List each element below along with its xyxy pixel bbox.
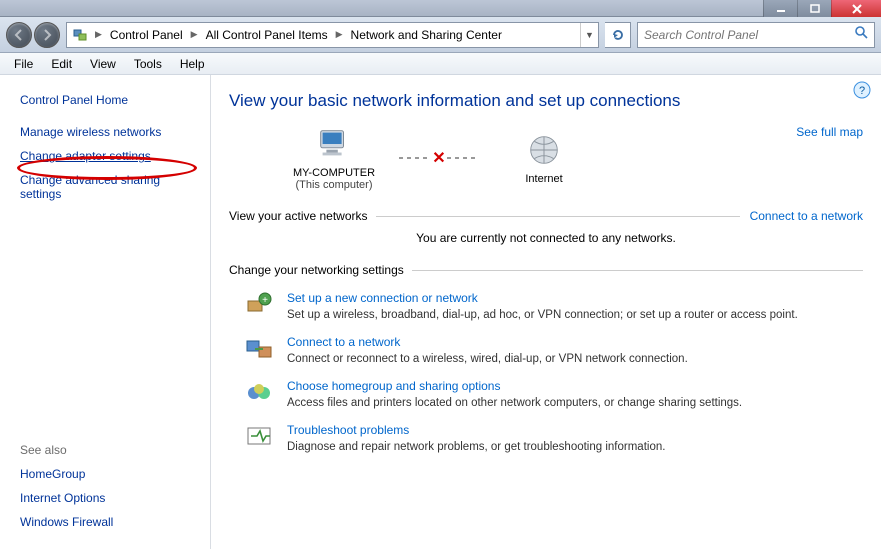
chevron-right-icon: ▶ [189,29,200,40]
section-label: Change your networking settings [229,263,404,277]
window: ▶ Control Panel ▶ All Control Panel Item… [0,0,881,549]
task-title-link[interactable]: Troubleshoot problems [287,423,409,437]
section-change-settings: Change your networking settings [229,263,863,277]
address-dropdown[interactable]: ▼ [580,23,598,47]
task-setup-connection: + Set up a new connection or network Set… [245,291,863,321]
navbar: ▶ Control Panel ▶ All Control Panel Item… [0,17,881,53]
connect-network-link[interactable]: Connect to a network [740,209,863,223]
close-button[interactable] [831,0,881,17]
section-label: View your active networks [229,209,368,223]
task-homegroup: Choose homegroup and sharing options Acc… [245,379,863,409]
svg-text:+: + [262,295,268,306]
menu-help[interactable]: Help [172,55,213,73]
task-title-link[interactable]: Set up a new connection or network [287,291,478,305]
menu-file[interactable]: File [6,55,41,73]
see-also-homegroup[interactable]: HomeGroup [20,467,85,481]
chevron-right-icon: ▶ [93,29,104,40]
connect-network-icon [245,335,273,363]
network-icon [71,26,89,44]
network-map: MY-COMPUTER (This computer) ✕ Internet [279,125,853,191]
minimize-button[interactable] [763,0,797,17]
connection-broken: ✕ [399,157,479,159]
section-active-networks: View your active networks Connect to a n… [229,209,863,223]
help-icon[interactable]: ? [853,81,871,99]
control-panel-home-link[interactable]: Control Panel Home [20,93,198,107]
maximize-button[interactable] [797,0,831,17]
see-also-label: See also [20,443,198,457]
sidebar-link-adapter[interactable]: Change adapter settings [20,149,151,163]
menu-edit[interactable]: Edit [43,55,80,73]
task-desc: Connect or reconnect to a wireless, wire… [287,353,863,365]
see-also-internet-options[interactable]: Internet Options [20,491,105,505]
task-title-link[interactable]: Connect to a network [287,335,400,349]
breadcrumb-item[interactable]: Control Panel [104,23,189,47]
content: ? View your basic network information an… [211,75,881,549]
setup-connection-icon: + [245,291,273,319]
task-desc: Access files and printers located on oth… [287,397,863,409]
sidebar-link-sharing[interactable]: Change advanced sharing settings [20,173,198,201]
search-box[interactable] [637,22,875,48]
sidebar: Control Panel Home Manage wireless netwo… [0,75,211,549]
menu-view[interactable]: View [82,55,124,73]
see-also-firewall[interactable]: Windows Firewall [20,515,113,529]
search-icon [854,25,868,44]
address-bar[interactable]: ▶ Control Panel ▶ All Control Panel Item… [66,22,599,48]
network-node-computer: MY-COMPUTER (This computer) [279,125,389,191]
x-icon: ✕ [431,150,447,166]
body: Control Panel Home Manage wireless netwo… [0,75,881,549]
breadcrumb-item[interactable]: Network and Sharing Center [345,23,508,47]
node-label: Internet [525,173,562,185]
refresh-button[interactable] [605,22,631,48]
back-button[interactable] [6,22,32,48]
homegroup-icon [245,379,273,407]
task-connect-network: Connect to a network Connect or reconnec… [245,335,863,365]
network-node-internet: Internet [489,131,599,185]
menu-tools[interactable]: Tools [126,55,170,73]
task-desc: Set up a wireless, broadband, dial-up, a… [287,309,863,321]
task-troubleshoot: Troubleshoot problems Diagnose and repai… [245,423,863,453]
page-title: View your basic network information and … [229,91,863,111]
svg-text:?: ? [859,85,865,97]
sidebar-link-wireless[interactable]: Manage wireless networks [20,125,161,139]
search-input[interactable] [644,28,854,42]
node-label: MY-COMPUTER [293,167,375,179]
titlebar [0,0,881,17]
task-list: + Set up a new connection or network Set… [229,291,863,453]
forward-button[interactable] [34,22,60,48]
task-desc: Diagnose and repair network problems, or… [287,441,863,453]
troubleshoot-icon [245,423,273,451]
globe-icon [525,131,563,169]
breadcrumb-item[interactable]: All Control Panel Items [200,23,334,47]
menubar: File Edit View Tools Help [0,53,881,75]
chevron-right-icon: ▶ [334,29,345,40]
node-sublabel: (This computer) [295,179,372,191]
computer-icon [315,125,353,163]
task-title-link[interactable]: Choose homegroup and sharing options [287,379,500,393]
no-networks-message: You are currently not connected to any n… [229,231,863,245]
window-controls [763,0,881,17]
